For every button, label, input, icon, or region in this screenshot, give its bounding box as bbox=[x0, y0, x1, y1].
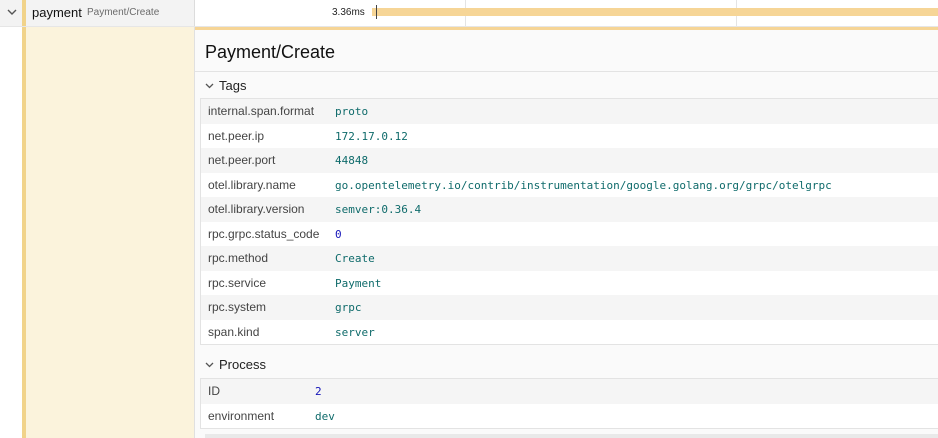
span-duration: 3.36ms bbox=[332, 7, 365, 18]
table-row: ID 2 bbox=[201, 379, 938, 404]
tag-key: otel.library.version bbox=[208, 202, 305, 216]
tag-value: 0 bbox=[335, 227, 342, 241]
table-row: net.peer.ip 172.17.0.12 bbox=[201, 123, 938, 148]
chevron-down-icon[interactable] bbox=[7, 5, 19, 19]
tag-value: Payment bbox=[335, 276, 382, 290]
tag-value: Create bbox=[335, 252, 375, 265]
gutter-highlight bbox=[26, 27, 194, 438]
divider bbox=[195, 71, 938, 72]
table-row: internal.span.format proto bbox=[201, 99, 938, 124]
tag-key: net.peer.port bbox=[208, 153, 276, 167]
scroll-edge bbox=[205, 434, 938, 438]
process-key: environment bbox=[208, 408, 275, 423]
table-row: net.peer.port 44848 bbox=[201, 148, 938, 173]
span-detail-panel: Payment/Create Tags internal.span.format… bbox=[195, 27, 938, 438]
process-section-toggle[interactable]: Process bbox=[205, 357, 266, 375]
process-value: 2 bbox=[315, 385, 322, 398]
tag-value: go.opentelemetry.io/contrib/instrumentat… bbox=[335, 178, 832, 192]
span-start-marker bbox=[376, 5, 377, 19]
tag-value: server bbox=[335, 325, 375, 339]
tag-value: semver:0.36.4 bbox=[335, 203, 422, 216]
process-value: dev bbox=[315, 409, 335, 423]
tag-key: span.kind bbox=[208, 324, 260, 339]
chevron-down-icon[interactable] bbox=[205, 81, 215, 92]
process-key: ID bbox=[208, 384, 220, 398]
tag-value: 44848 bbox=[335, 154, 369, 167]
service-color-line bbox=[22, 27, 26, 438]
table-row: otel.library.name go.opentelemetry.io/con… bbox=[201, 172, 938, 197]
tag-key: rpc.method bbox=[208, 251, 269, 265]
tag-key: rpc.grpc.status_code bbox=[208, 226, 320, 241]
table-row: rpc.grpc.status_code 0 bbox=[201, 221, 938, 246]
table-row: rpc.method Create bbox=[201, 246, 938, 271]
span-name-column[interactable]: payment Payment/Create bbox=[0, 0, 195, 26]
operation-name: Payment/Create bbox=[87, 7, 160, 18]
process-section-label: Process bbox=[219, 357, 266, 372]
tag-key: otel.library.name bbox=[208, 177, 296, 192]
detail-title: Payment/Create bbox=[205, 42, 336, 62]
table-row: rpc.service Payment bbox=[201, 270, 938, 295]
tag-key: rpc.system bbox=[208, 300, 267, 314]
span-row[interactable]: payment Payment/Create 3.36ms bbox=[0, 0, 938, 27]
tags-section-toggle[interactable]: Tags bbox=[205, 78, 246, 96]
tag-value: grpc bbox=[335, 301, 362, 314]
service-name: payment bbox=[32, 5, 82, 20]
service-color-bar bbox=[22, 0, 26, 26]
tag-value: proto bbox=[335, 105, 369, 118]
process-table: ID 2 environment dev bbox=[200, 378, 938, 429]
tags-table: internal.span.format proto net.peer.ip 172… bbox=[200, 98, 938, 345]
tag-key: internal.span.format bbox=[208, 104, 315, 118]
tag-value: 172.17.0.12 bbox=[335, 129, 408, 143]
table-row: otel.library.version semver:0.36.4 bbox=[201, 197, 938, 222]
chevron-down-icon[interactable] bbox=[205, 360, 215, 371]
tag-key: net.peer.ip bbox=[208, 128, 265, 143]
table-row: span.kind server bbox=[201, 319, 938, 344]
tag-key: rpc.service bbox=[208, 275, 267, 290]
span-duration-bar[interactable] bbox=[372, 8, 938, 16]
table-row: rpc.system grpc bbox=[201, 295, 938, 320]
tags-section-label: Tags bbox=[219, 78, 247, 93]
table-row: environment dev bbox=[201, 403, 938, 428]
